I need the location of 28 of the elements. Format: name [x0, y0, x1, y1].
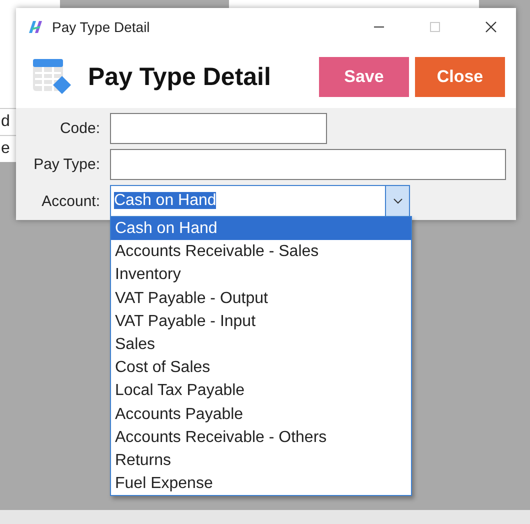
dropdown-option[interactable]: Local Tax Payable — [111, 379, 411, 402]
table-cell: d — [1, 113, 10, 131]
input-field[interactable] — [110, 113, 327, 144]
dropdown-option[interactable]: Accounts Receivable - Others — [111, 426, 411, 449]
dialog-heading: Pay Type Detail — [88, 62, 272, 92]
dropdown-option[interactable]: VAT Payable - Output — [111, 286, 411, 310]
field-label: Code: — [58, 120, 100, 137]
dropdown-value: Cash on Hand — [114, 192, 216, 209]
window-title: Pay Type Detail — [52, 19, 151, 35]
dropdown-option[interactable]: Fuel Expense — [111, 472, 411, 496]
close-icon — [485, 21, 497, 33]
dropdown-option[interactable]: Cost of Sales — [111, 356, 411, 380]
field-label: Account: — [40, 192, 100, 210]
maximize-icon — [429, 21, 441, 33]
dropdown-option[interactable]: Inventory — [111, 263, 411, 287]
chevron-down-icon — [392, 198, 402, 204]
dropdown-option[interactable]: Accounts Payable — [111, 402, 411, 426]
table-edit-icon — [32, 58, 72, 96]
dropdown-arrow-button[interactable] — [385, 186, 409, 216]
dropdown-option[interactable]: Returns — [111, 448, 411, 472]
table-cell: e — [1, 140, 10, 158]
dropdown-option[interactable]: Accounts Receivable - Sales — [111, 240, 411, 264]
field-label: Pay Type: — [32, 156, 100, 173]
save-button[interactable]: Save — [319, 57, 409, 97]
input-field[interactable] — [110, 149, 506, 180]
dropdown-option[interactable]: Cash on Hand — [111, 217, 411, 240]
dropdown-option[interactable]: VAT Payable - Input — [111, 310, 411, 333]
dropdown-option[interactable]: Sales — [111, 332, 411, 356]
